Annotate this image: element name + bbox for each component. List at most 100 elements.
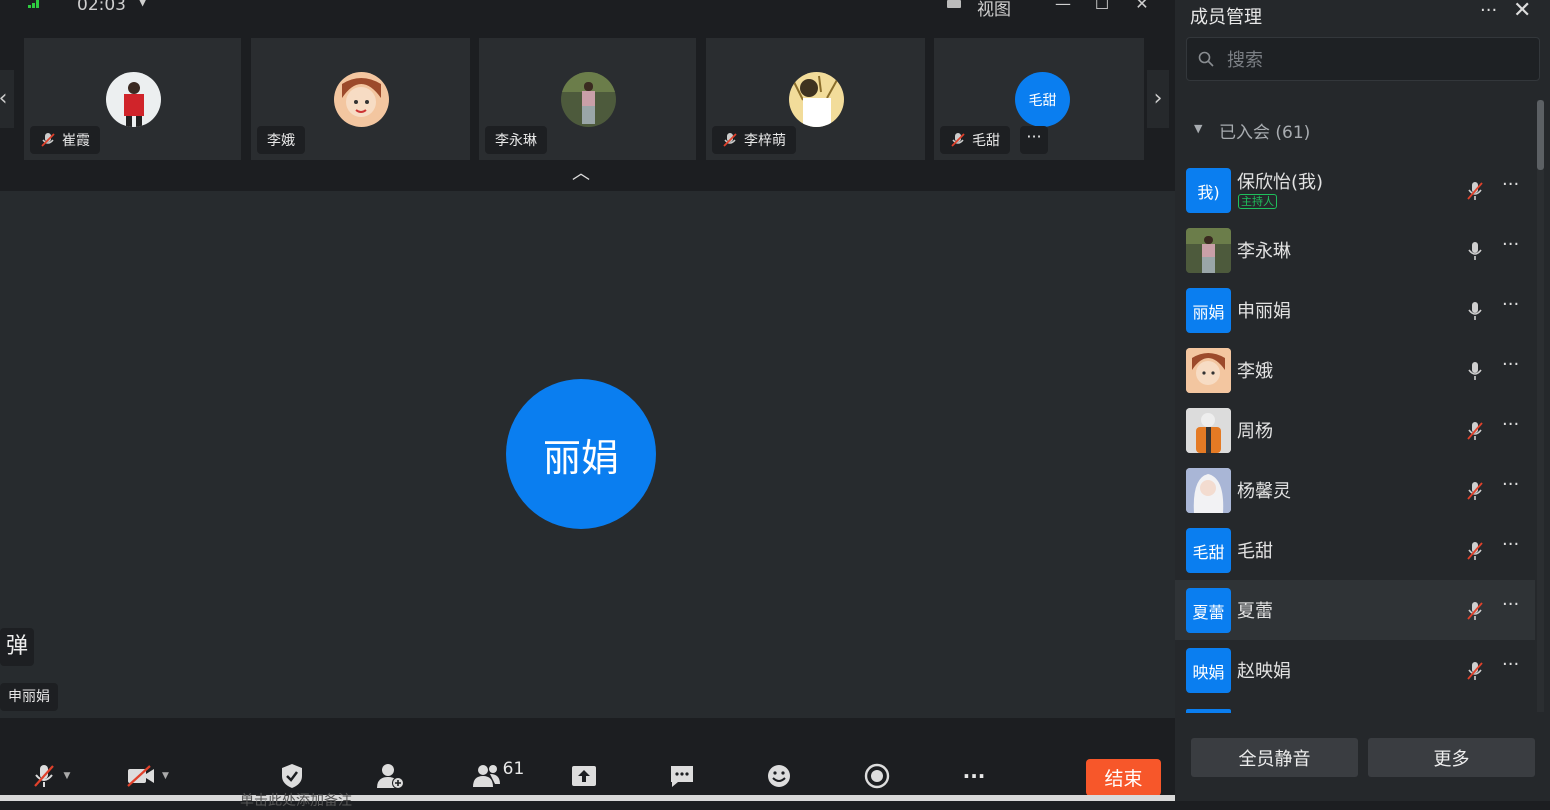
record-button[interactable] [861, 756, 893, 796]
member-row[interactable]: 我) 保欣怡(我) 主持人 ··· [1175, 160, 1535, 220]
collapse-group-icon[interactable]: ▼ [1194, 122, 1202, 135]
end-meeting-button[interactable]: 结束 [1086, 759, 1161, 796]
shield-icon [282, 764, 302, 788]
member-more-button[interactable]: ··· [1502, 174, 1519, 195]
add-user-icon [377, 764, 404, 789]
mic-icon[interactable] [1465, 240, 1485, 262]
mic-icon[interactable] [1465, 300, 1485, 322]
chat-button[interactable] [666, 756, 698, 796]
member-name: 申丽娟 [1237, 301, 1291, 322]
participant-name: 李永琳 [495, 133, 537, 149]
signal-icon [28, 0, 42, 8]
panel-close-icon[interactable]: ✕ [1513, 0, 1531, 23]
mic-icon[interactable] [1465, 360, 1485, 382]
member-row[interactable]: 夏蕾 夏蕾 ··· [1175, 580, 1535, 640]
notes-hint: 单击此处添加备注 [240, 793, 352, 809]
member-row[interactable]: 毛甜 毛甜 ··· [1175, 520, 1535, 580]
member-more-button[interactable]: ··· [1502, 654, 1519, 675]
danmu-toggle-button[interactable]: 弹 [0, 628, 34, 666]
member-more-button[interactable]: ··· [1502, 354, 1519, 375]
participant-tile[interactable]: 李永琳 [479, 38, 696, 160]
record-icon [864, 763, 890, 789]
participant-tile[interactable]: 崔霞 [24, 38, 241, 160]
mic-muted-icon[interactable] [1465, 660, 1485, 682]
minimize-icon[interactable]: — [1053, 0, 1073, 13]
view-icon[interactable] [947, 0, 961, 8]
active-speaker-name: 申丽娟 [0, 683, 58, 711]
more-options-button[interactable]: ··· [958, 756, 990, 796]
avatar [560, 72, 616, 127]
panel-title: 成员管理 [1190, 7, 1262, 28]
next-page-button[interactable]: › [1147, 70, 1169, 128]
mute-button[interactable]: ▼ [24, 756, 76, 796]
invite-button[interactable] [372, 756, 408, 796]
active-speaker-avatar: 丽娟 [506, 379, 656, 529]
mic-muted-icon[interactable] [1465, 420, 1485, 442]
member-avatar [1186, 228, 1231, 273]
member-avatar [1186, 468, 1231, 513]
camera-button[interactable]: ▼ [120, 756, 175, 796]
collapse-strip-button[interactable]: ︿ [557, 163, 605, 185]
host-badge: 主持人 [1238, 194, 1277, 209]
member-more-button[interactable]: ··· [1502, 414, 1519, 435]
member-avatar: 我) [1186, 168, 1231, 213]
participant-tile[interactable]: 李娥 [251, 38, 470, 160]
mic-muted-icon[interactable] [1465, 540, 1485, 562]
emoji-icon [768, 765, 790, 787]
timer-dropdown-icon[interactable]: ▼ [138, 0, 147, 8]
member-name: 李娥 [1237, 361, 1273, 382]
participant-name-tag: 崔霞 [30, 126, 100, 154]
chevron-down-icon[interactable]: ▼ [162, 771, 169, 781]
mic-muted-icon[interactable] [1465, 480, 1485, 502]
avatar [333, 72, 389, 127]
member-more-button[interactable]: ··· [1502, 234, 1519, 255]
view-button[interactable]: 视图 [977, 0, 1011, 20]
member-avatar [1186, 408, 1231, 453]
member-more-button[interactable]: ··· [1502, 474, 1519, 495]
member-row[interactable]: 李娥 ··· [1175, 340, 1535, 400]
mute-all-button[interactable]: 全员静音 [1191, 738, 1358, 777]
member-row[interactable]: 杨馨灵 ··· [1175, 460, 1535, 520]
member-row[interactable]: 李永琳 ··· [1175, 220, 1535, 280]
participant-tile[interactable]: 李梓萌 [706, 38, 925, 160]
chevron-down-icon[interactable]: ▼ [64, 771, 71, 781]
member-avatar: 毛甜 [1186, 528, 1231, 573]
member-name: 夏蕾 [1237, 601, 1273, 622]
camera-off-icon [127, 765, 155, 787]
prev-page-button[interactable]: ‹ [0, 70, 14, 128]
member-name: 杨馨灵 [1237, 481, 1291, 502]
reaction-button[interactable] [763, 756, 795, 796]
mic-muted-icon [951, 133, 965, 147]
member-search-input[interactable] [1225, 46, 1529, 74]
avatar [105, 72, 161, 127]
participants-button[interactable]: 61 [470, 756, 526, 796]
more-button[interactable]: 更多 [1368, 738, 1535, 777]
participant-name: 李梓萌 [744, 133, 786, 149]
chat-icon [671, 766, 693, 787]
mic-muted-icon[interactable] [1465, 180, 1485, 202]
member-name: 保欣怡(我) [1237, 172, 1324, 193]
participant-name-tag: 李娥 [257, 126, 305, 154]
panel-more-button[interactable]: ··· [1480, 0, 1497, 21]
avatar [788, 72, 844, 127]
joined-group-header[interactable]: 已入会 (61) [1219, 118, 1310, 143]
tile-more-button[interactable]: ··· [1020, 126, 1048, 154]
member-row[interactable]: 丽娟 申丽娟 ··· [1175, 280, 1535, 340]
member-name: 赵映娟 [1237, 661, 1291, 682]
participant-name: 毛甜 [972, 133, 1000, 149]
close-window-icon[interactable]: ✕ [1132, 0, 1152, 13]
maximize-icon[interactable]: ☐ [1092, 0, 1112, 13]
member-name: 毛甜 [1237, 541, 1273, 562]
member-row[interactable]: 周杨 ··· [1175, 400, 1535, 460]
participant-tile[interactable]: 毛甜 毛甜 ··· [934, 38, 1144, 160]
member-avatar: 夏蕾 [1186, 588, 1231, 633]
mic-muted-icon [33, 765, 54, 787]
member-more-button[interactable]: ··· [1502, 294, 1519, 315]
member-more-button[interactable]: ··· [1502, 534, 1519, 555]
member-list-scrollbar[interactable] [1537, 100, 1544, 712]
share-screen-button[interactable] [568, 756, 600, 796]
member-more-button[interactable]: ··· [1502, 594, 1519, 615]
member-row[interactable]: 映娟 赵映娟 ··· [1175, 640, 1535, 700]
mic-muted-icon[interactable] [1465, 600, 1485, 622]
scrollbar-thumb[interactable] [1537, 100, 1544, 170]
